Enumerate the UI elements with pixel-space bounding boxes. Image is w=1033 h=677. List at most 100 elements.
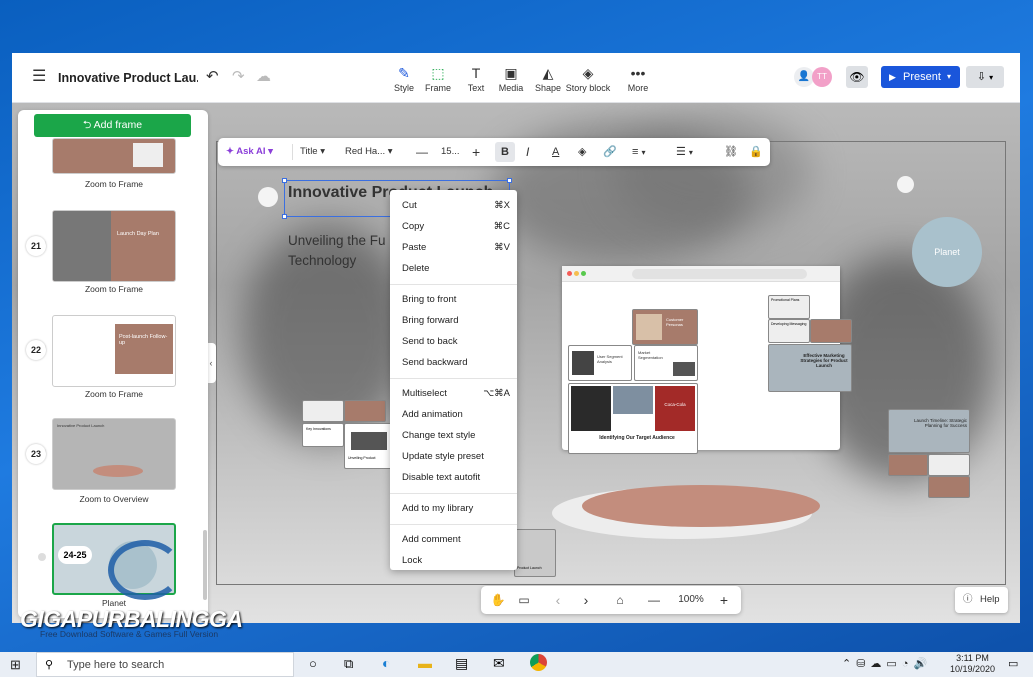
menu-item-update-style-preset[interactable]: Update style preset <box>402 447 510 467</box>
frame-launch-timeline[interactable]: Launch Timeline: Strategic Planning for … <box>888 409 970 453</box>
browser-mockup[interactable]: Customer Personas User Segment Analysis … <box>562 266 852 454</box>
menu-item-cut[interactable]: Cut ⌘X <box>402 196 510 216</box>
ask-ai-button[interactable]: ✦ Ask AI ▾ <box>226 138 273 166</box>
caption-icon[interactable]: ▭ <box>515 586 533 614</box>
text-style-select[interactable]: Title ▾ <box>300 138 325 166</box>
menu-item-bring-to-front[interactable]: Bring to front <box>402 290 510 310</box>
sidebar-frame-thumbnail[interactable] <box>52 138 176 174</box>
next-icon[interactable]: › <box>577 586 595 614</box>
tool-more[interactable]: ••• More <box>616 65 660 93</box>
zoom-level[interactable]: 100% <box>671 586 711 614</box>
preview-eye-icon[interactable]: 👁 <box>846 66 868 88</box>
frame-developing-messaging-image[interactable] <box>810 319 852 343</box>
tool-story-block[interactable]: ◈ Story block <box>558 65 618 93</box>
search-input[interactable]: Type here to search <box>67 659 164 671</box>
decrease-size-icon[interactable]: — <box>416 138 428 166</box>
avatar[interactable]: TT <box>812 67 832 87</box>
font-size-input[interactable]: 15... <box>441 138 460 166</box>
zoom-to-overview-link[interactable]: Zoom to Overview <box>38 494 190 504</box>
clock[interactable]: 3:11 PM 10/19/2020 <box>950 653 995 675</box>
frame-promotional-plans[interactable]: Promotional Plans <box>768 295 810 319</box>
zoom-to-frame-link[interactable]: Zoom to Frame <box>38 389 190 399</box>
frame-effective-marketing[interactable]: Effective Marketing Strategies for Produ… <box>768 344 852 392</box>
menu-item-lock[interactable]: Lock <box>402 551 510 571</box>
sidebar-frame-thumbnail[interactable]: Innovative Product Launch <box>52 418 176 490</box>
menu-item-label: Add comment <box>402 534 461 545</box>
frame-target-audience[interactable]: Coca-Cola Identifying Our Target Audienc… <box>568 383 698 454</box>
home-icon[interactable]: ⌂ <box>611 586 629 614</box>
increase-size-icon[interactable]: + <box>472 138 480 166</box>
menu-item-add-animation[interactable]: Add animation <box>402 405 510 425</box>
chrome-icon[interactable] <box>530 654 547 671</box>
zoom-to-frame-link[interactable]: Zoom to Frame <box>38 179 190 189</box>
export-button[interactable]: ⇩ ▾ <box>966 66 1004 88</box>
document-title[interactable]: Innovative Product Lau... <box>58 71 198 85</box>
file-explorer-icon[interactable]: ▬ <box>418 655 432 671</box>
zoom-to-frame-link[interactable]: Zoom to Frame <box>38 284 190 294</box>
cortana-icon[interactable]: ○ <box>309 656 317 671</box>
story-block-icon: ◈ <box>582 65 594 81</box>
text-color-icon[interactable]: A <box>552 138 559 166</box>
menu-item-copy[interactable]: Copy ⌘C <box>402 217 510 237</box>
add-frame-button[interactable]: ⮌ Add frame <box>34 114 191 137</box>
mail-icon[interactable]: ✉ <box>493 655 505 672</box>
edge-icon[interactable]: ◐ <box>382 655 390 671</box>
frame-market-segmentation[interactable]: Market Segmentation <box>634 345 698 381</box>
notification-icon[interactable]: ▭ <box>1008 657 1018 670</box>
frame-unveiling-product[interactable]: Unveiling Product <box>344 423 392 469</box>
menu-item-disable-text-autofit[interactable]: Disable text autofit <box>402 468 510 488</box>
sidebar-frame-thumbnail[interactable]: Post-launch Follow-up <box>52 315 176 387</box>
list-icon[interactable]: ☰ ▾ <box>676 138 693 166</box>
menu-item-change-text-style[interactable]: Change text style <box>402 426 510 446</box>
highlight-icon[interactable]: ◈ <box>578 138 586 166</box>
planet-circle[interactable]: Planet <box>912 217 982 287</box>
frame-customer-personas[interactable]: Customer Personas <box>632 309 698 345</box>
frame-mini[interactable] <box>928 476 970 498</box>
sidebar-scrollbar[interactable] <box>203 530 207 600</box>
sidebar-frame-thumbnail[interactable]: Launch Day Plan <box>52 210 176 282</box>
frame-mini[interactable] <box>888 454 928 476</box>
menu-item-paste[interactable]: Paste ⌘V <box>402 238 510 258</box>
frame-key-innovations[interactable]: Key Innovations <box>302 423 344 447</box>
chevron-down-icon: ▾ <box>387 146 393 157</box>
share-user-icon[interactable]: 👤 <box>794 67 814 87</box>
redo-icon[interactable]: ↷ <box>232 69 245 85</box>
menu-item-send-backward[interactable]: Send backward <box>402 353 510 373</box>
play-icon: ▶ <box>889 72 896 82</box>
menu-item-send-to-back[interactable]: Send to back <box>402 332 510 352</box>
frame-mini[interactable] <box>302 400 344 422</box>
menu-item-add-comment[interactable]: Add comment <box>402 530 510 550</box>
menu-item-delete[interactable]: Delete <box>402 259 510 279</box>
canvas-subtitle[interactable]: Unveiling the Fu Technology <box>288 231 386 271</box>
font-family-select[interactable]: Red Ha... ▾ <box>345 138 393 166</box>
taskbar-search[interactable]: ⚲ Type here to search <box>36 652 294 677</box>
hamburger-menu-icon[interactable]: ☰ <box>32 69 46 85</box>
link-chain-icon[interactable]: ⛓ <box>724 138 738 166</box>
undo-icon[interactable]: ↶ <box>206 69 219 85</box>
italic-icon[interactable]: I <box>526 138 529 166</box>
frame-mini[interactable] <box>928 454 970 476</box>
present-button[interactable]: ▶ Present ▾ <box>881 66 960 88</box>
frame-developing-messaging[interactable]: Developing Messaging <box>768 319 810 343</box>
frame-mini[interactable] <box>344 400 386 422</box>
task-view-icon[interactable]: ⧉ <box>344 656 353 672</box>
align-icon[interactable]: ≡ ▾ <box>632 138 646 166</box>
link-icon[interactable]: 🔗 <box>603 138 617 166</box>
menu-item-add-to-my-library[interactable]: Add to my library <box>402 499 510 519</box>
lock-icon[interactable]: 🔒 <box>749 138 763 166</box>
menu-item-bring-forward[interactable]: Bring forward <box>402 311 510 331</box>
hand-pan-icon[interactable]: ✋ <box>489 586 507 614</box>
zoom-out-icon[interactable]: — <box>645 586 663 614</box>
store-icon[interactable]: ▤ <box>455 655 468 672</box>
zoom-in-icon[interactable]: + <box>715 586 733 614</box>
windows-start-icon[interactable]: ⊞ <box>10 657 21 673</box>
bold-icon[interactable]: B <box>495 142 515 162</box>
system-tray-icons[interactable]: ⌃⛁☁▭◔🔊 <box>842 657 932 670</box>
menu-item-label: Lock <box>402 555 423 566</box>
frame-product-launch[interactable]: Product Launch <box>514 529 556 577</box>
frame-user-segment[interactable]: User Segment Analysis <box>568 345 632 381</box>
previous-icon[interactable]: ‹ <box>549 586 567 614</box>
windows-taskbar: ⊞ ⚲ Type here to search ○ ⧉ ◐ ▬ ▤ ✉ ⌃⛁☁▭… <box>0 652 1033 677</box>
menu-item-multiselect[interactable]: Multiselect ⌥⌘A <box>402 384 510 404</box>
help-button[interactable]: ⓘ Help <box>955 587 1008 613</box>
